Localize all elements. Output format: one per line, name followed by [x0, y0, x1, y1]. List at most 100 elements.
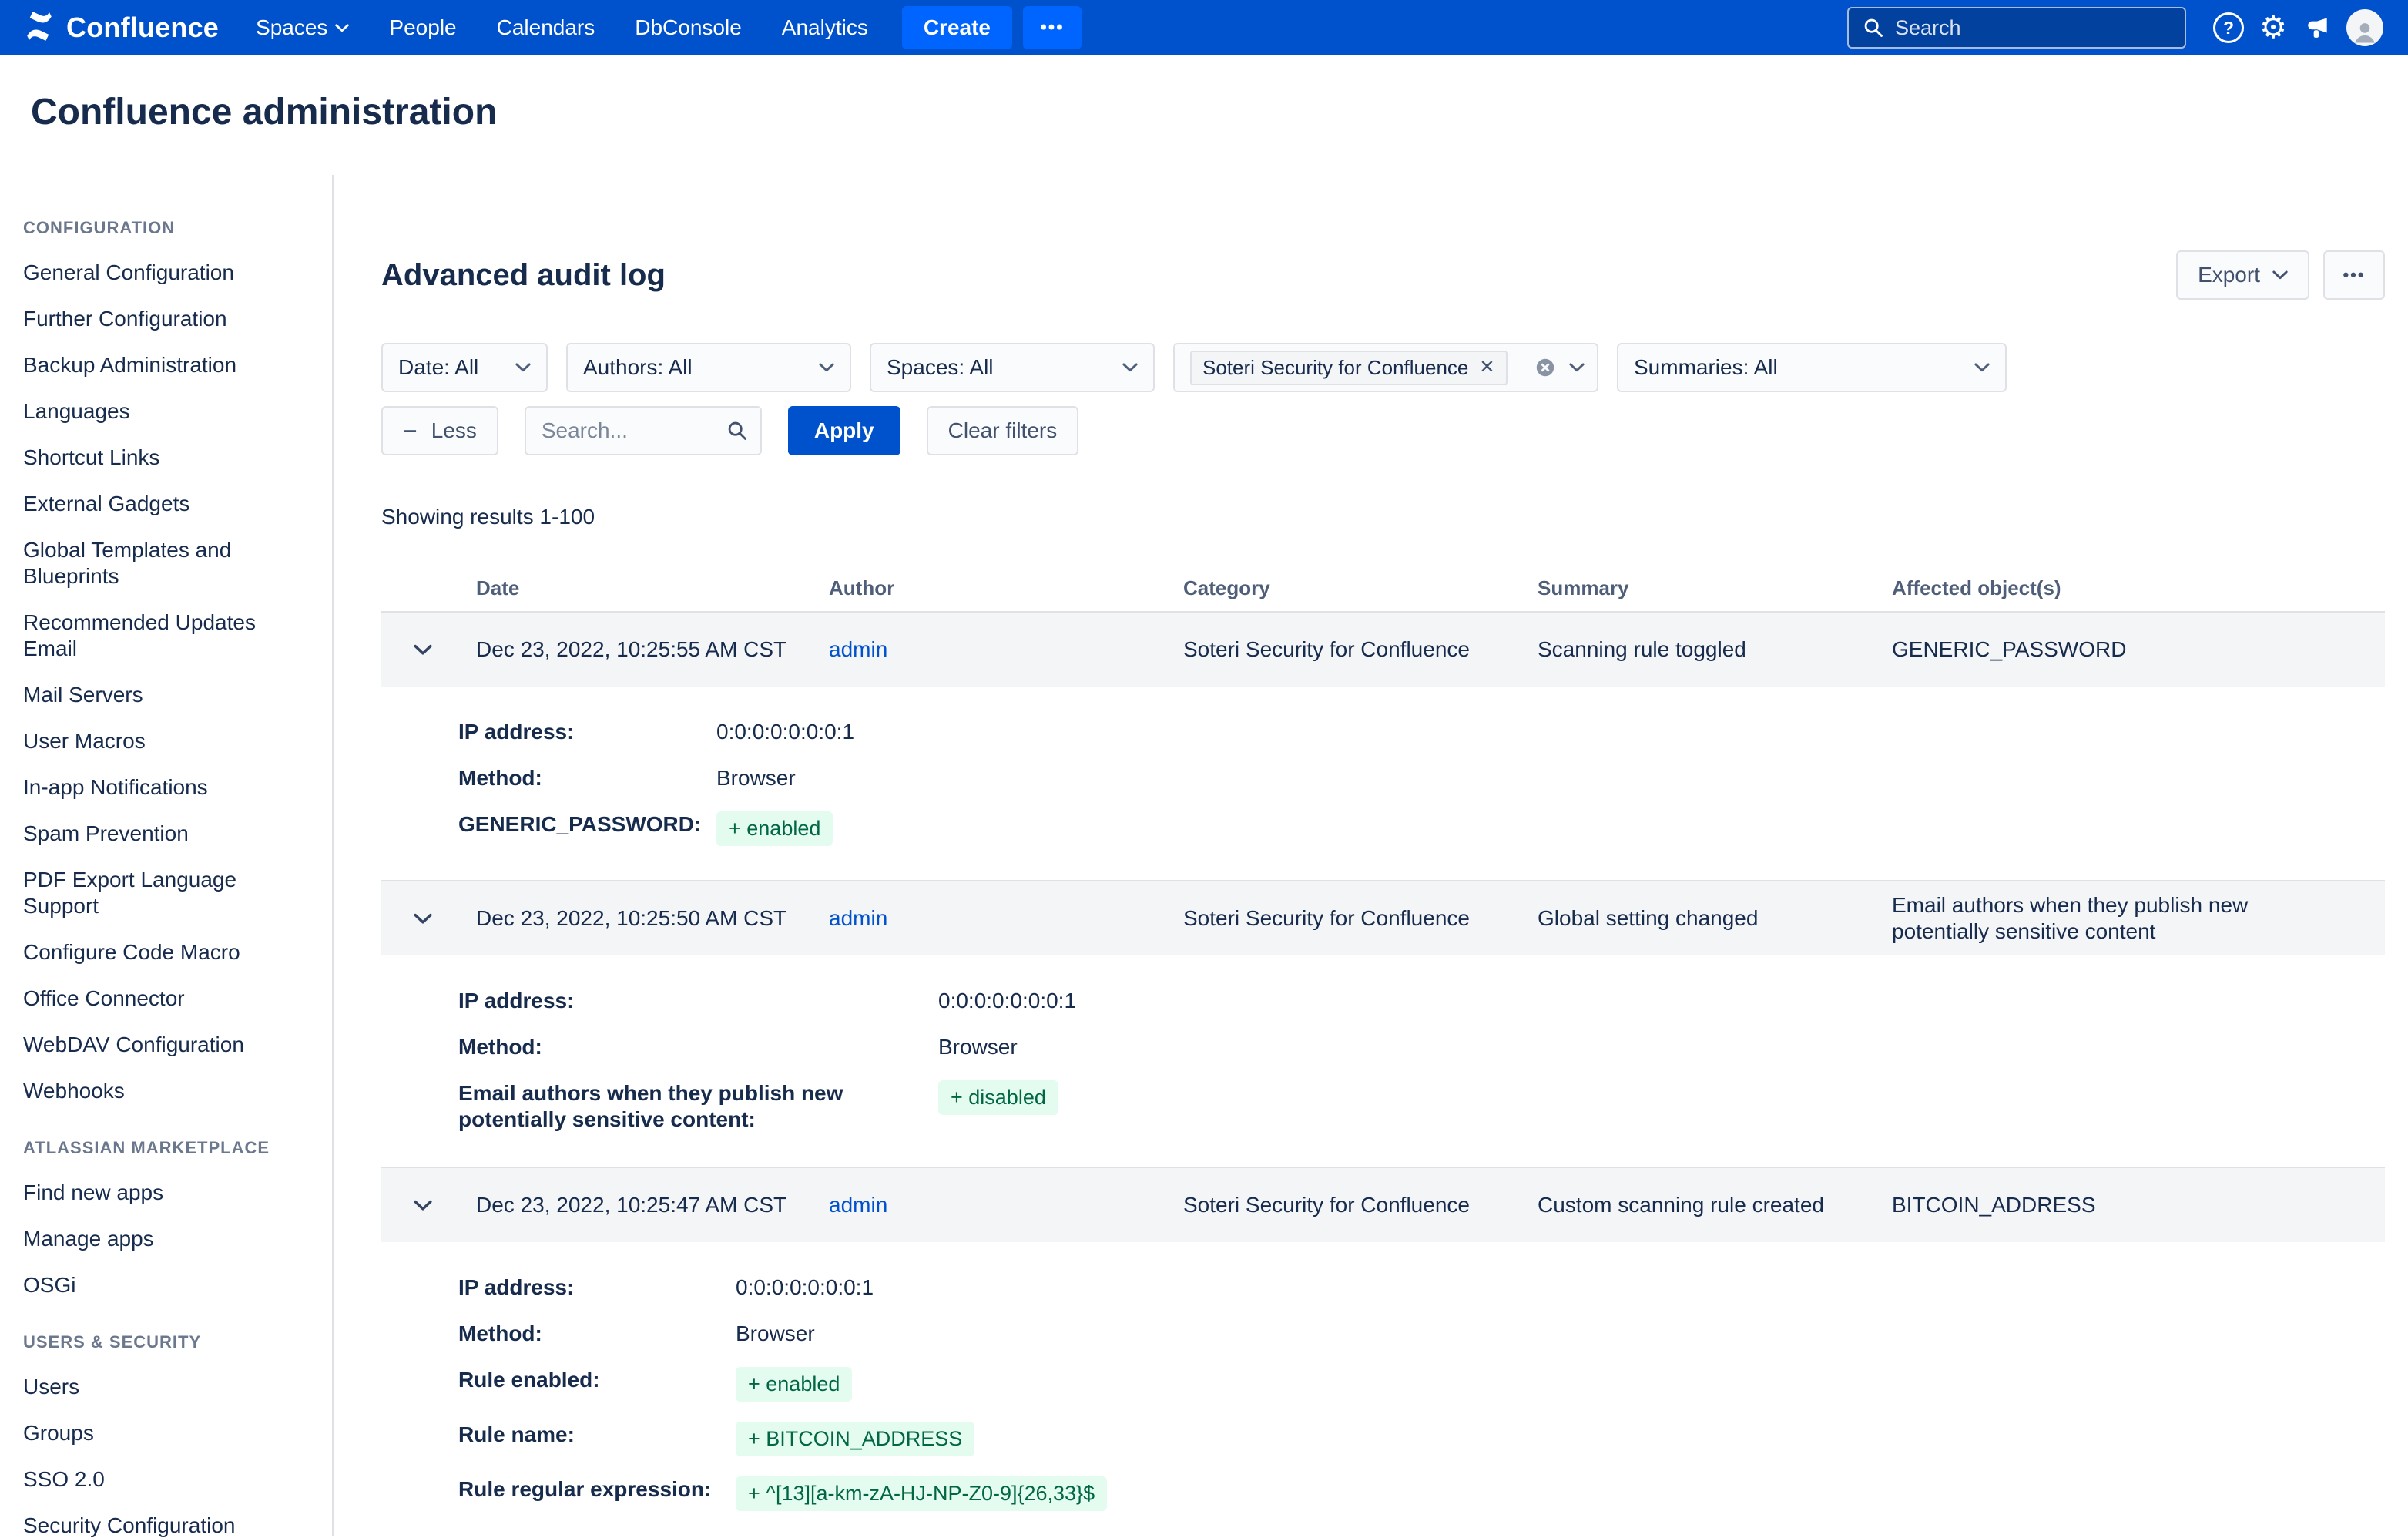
export-button[interactable]: Export — [2176, 250, 2309, 300]
audit-actions: Export ••• — [2176, 250, 2385, 300]
table-row-1[interactable]: Dec 23, 2022, 10:25:55 AM CST admin Sote… — [381, 613, 2385, 687]
help-icon: ? — [2213, 12, 2244, 43]
filter-category[interactable]: Soteri Security for Confluence ✕ — [1173, 343, 1598, 392]
nav-dbconsole[interactable]: DbConsole — [635, 15, 742, 40]
page-header: Confluence administration — [0, 55, 2408, 175]
collapse-row-icon[interactable] — [414, 644, 432, 656]
audit-search-input[interactable] — [542, 418, 726, 443]
table-row-3[interactable]: Dec 23, 2022, 10:25:47 AM CST admin Sote… — [381, 1168, 2385, 1242]
sidebar-item-configure-code-macro[interactable]: Configure Code Macro — [23, 939, 300, 965]
row-category: Soteri Security for Confluence — [1183, 636, 1538, 663]
clear-filter-icon[interactable] — [1534, 356, 1557, 379]
nav-analytics[interactable]: Analytics — [782, 15, 868, 40]
detail-label: IP address: — [458, 988, 890, 1014]
sidebar-item-general-configuration[interactable]: General Configuration — [23, 260, 300, 286]
column-header-author: Author — [829, 576, 1183, 600]
sidebar-item-recommended-updates-email[interactable]: Recommended Updates Email — [23, 609, 300, 662]
filter-summaries[interactable]: Summaries: All — [1617, 343, 2007, 392]
detail-label: Rule regular expression: — [458, 1476, 736, 1503]
chevron-down-icon — [335, 24, 349, 32]
sidebar-item-in-app-notifications[interactable]: In-app Notifications — [23, 774, 300, 801]
sidebar-item-webhooks[interactable]: Webhooks — [23, 1078, 300, 1104]
row-category: Soteri Security for Confluence — [1183, 1192, 1538, 1218]
settings-button[interactable]: ⚙ — [2251, 5, 2296, 50]
column-header-category: Category — [1183, 576, 1538, 600]
sidebar-item-security-configuration[interactable]: Security Configuration — [23, 1513, 300, 1538]
author-link[interactable]: admin — [829, 906, 887, 930]
search-icon — [726, 420, 748, 442]
sidebar-item-external-gadgets[interactable]: External Gadgets — [23, 491, 300, 517]
audit-search[interactable] — [525, 406, 762, 455]
filter-bar: Date: All Authors: All Spaces: All Soter… — [381, 343, 2385, 392]
filter-date[interactable]: Date: All — [381, 343, 548, 392]
row-affected: GENERIC_PASSWORD — [1892, 636, 2285, 663]
top-navbar: Confluence Spaces People Calendars DbCon… — [0, 0, 2408, 55]
filter-spaces[interactable]: Spaces: All — [870, 343, 1155, 392]
confluence-logo-icon — [23, 10, 55, 46]
detail-value: Browser — [716, 765, 2385, 791]
sidebar-item-users[interactable]: Users — [23, 1374, 300, 1400]
clear-filters-button[interactable]: Clear filters — [927, 406, 1079, 455]
sidebar-heading-users-security: USERS & SECURITY — [23, 1332, 309, 1352]
sidebar-item-languages[interactable]: Languages — [23, 398, 300, 425]
sidebar-item-sso-2-0[interactable]: SSO 2.0 — [23, 1466, 300, 1493]
help-button[interactable]: ? — [2206, 5, 2251, 50]
chevron-down-icon — [2272, 270, 2288, 280]
sidebar-item-office-connector[interactable]: Office Connector — [23, 986, 300, 1012]
sidebar-item-further-configuration[interactable]: Further Configuration — [23, 306, 300, 332]
sidebar-item-pdf-export-language-support[interactable]: PDF Export Language Support — [23, 867, 300, 919]
sidebar-item-mail-servers[interactable]: Mail Servers — [23, 682, 300, 708]
detail-label: Method: — [458, 1034, 890, 1060]
remove-tag-icon[interactable]: ✕ — [1479, 358, 1494, 377]
row-affected: BITCOIN_ADDRESS — [1892, 1192, 2285, 1218]
author-link[interactable]: admin — [829, 1193, 887, 1217]
detail-label: Email authors when they publish new pote… — [458, 1080, 890, 1133]
sidebar-item-osgi[interactable]: OSGi — [23, 1272, 300, 1298]
apply-button[interactable]: Apply — [788, 406, 900, 455]
change-badge: + enabled — [716, 811, 833, 846]
less-button[interactable]: − Less — [381, 406, 498, 455]
admin-sidebar: CONFIGURATION General Configuration Furt… — [0, 175, 334, 1536]
sidebar-item-global-templates-and-blueprints[interactable]: Global Templates and Blueprints — [23, 537, 300, 589]
global-search-input[interactable] — [1895, 16, 2171, 40]
chevron-down-icon — [1974, 363, 1990, 372]
detail-label: Rule name: — [458, 1422, 736, 1448]
results-summary: Showing results 1-100 — [381, 505, 2385, 529]
author-link[interactable]: admin — [829, 637, 887, 661]
sidebar-item-backup-administration[interactable]: Backup Administration — [23, 352, 300, 378]
announcements-button[interactable] — [2296, 5, 2340, 50]
confluence-logo[interactable]: Confluence — [23, 10, 219, 46]
column-header-affected: Affected object(s) — [1892, 576, 2385, 600]
nav-people[interactable]: People — [389, 15, 456, 40]
sidebar-item-user-macros[interactable]: User Macros — [23, 728, 300, 754]
row-details-3: IP address: 0:0:0:0:0:0:0:1 Method: Brow… — [381, 1242, 2385, 1538]
sidebar-item-spam-prevention[interactable]: Spam Prevention — [23, 821, 300, 847]
search-icon — [1863, 17, 1884, 39]
change-badge: + BITCOIN_ADDRESS — [736, 1422, 974, 1456]
create-button[interactable]: Create — [902, 6, 1012, 49]
filter-authors[interactable]: Authors: All — [566, 343, 851, 392]
row-date: Dec 23, 2022, 10:25:50 AM CST — [476, 905, 829, 932]
audit-log-table: Date Author Category Summary Affected ob… — [381, 565, 2385, 1538]
global-search[interactable] — [1847, 7, 2186, 49]
row-date: Dec 23, 2022, 10:25:47 AM CST — [476, 1192, 829, 1218]
sidebar-item-find-new-apps[interactable]: Find new apps — [23, 1180, 300, 1206]
detail-label: Method: — [458, 1321, 736, 1347]
sidebar-item-manage-apps[interactable]: Manage apps — [23, 1226, 300, 1252]
sidebar-item-webdav-configuration[interactable]: WebDAV Configuration — [23, 1032, 300, 1058]
collapse-row-icon[interactable] — [414, 913, 432, 925]
collapse-row-icon[interactable] — [414, 1200, 432, 1211]
chevron-down-icon — [819, 363, 834, 372]
table-row-2[interactable]: Dec 23, 2022, 10:25:50 AM CST admin Sote… — [381, 881, 2385, 955]
sidebar-item-groups[interactable]: Groups — [23, 1420, 300, 1446]
row-summary: Global setting changed — [1538, 905, 1892, 932]
chevron-down-icon — [515, 363, 531, 372]
nav-more-button[interactable]: ••• — [1023, 6, 1082, 49]
more-actions-button[interactable]: ••• — [2323, 250, 2385, 300]
user-menu-button[interactable] — [2340, 5, 2385, 50]
nav-calendars[interactable]: Calendars — [497, 15, 595, 40]
audit-log-main: Advanced audit log Export ••• Date: All … — [334, 175, 2408, 1536]
megaphone-icon — [2304, 14, 2332, 42]
nav-spaces[interactable]: Spaces — [256, 15, 349, 40]
sidebar-item-shortcut-links[interactable]: Shortcut Links — [23, 445, 300, 471]
